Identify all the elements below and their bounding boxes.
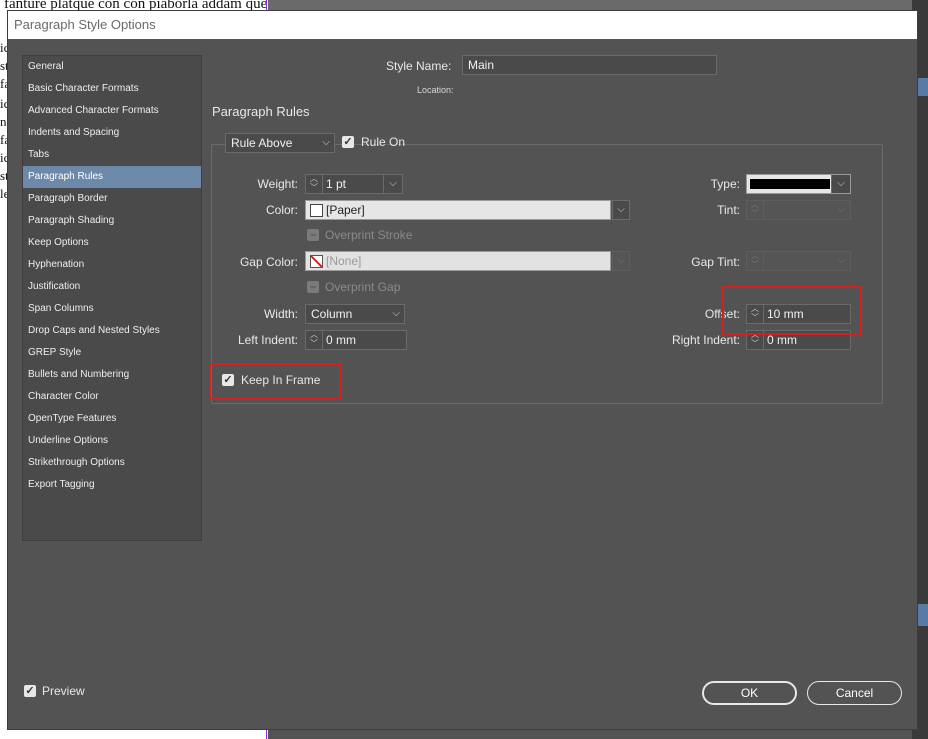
none-swatch-icon — [310, 255, 323, 268]
panel-highlight — [918, 78, 928, 96]
panel-highlight — [918, 604, 928, 626]
ok-button[interactable]: OK — [702, 681, 797, 705]
type-label: Type: — [710, 177, 740, 191]
overprint-gap-checkbox[interactable]: – — [307, 281, 319, 293]
tint-stepper[interactable]: ︿ ﹀ ⌵ — [746, 200, 851, 220]
stepper-arrows-icon[interactable]: ︿ ﹀ — [306, 331, 323, 349]
category-opentype-features[interactable]: OpenType Features — [23, 408, 201, 430]
left-indent-value: 0 mm — [326, 333, 356, 347]
category-basic-character-formats[interactable]: Basic Character Formats — [23, 78, 201, 100]
style-name-label: Style Name: — [386, 59, 452, 73]
category-paragraph-shading[interactable]: Paragraph Shading — [23, 210, 201, 232]
category-paragraph-rules[interactable]: Paragraph Rules — [23, 166, 201, 188]
preview-label: Preview — [42, 684, 85, 698]
category-indents-and-spacing[interactable]: Indents and Spacing — [23, 122, 201, 144]
category-grep-style[interactable]: GREP Style — [23, 342, 201, 364]
chevron-down-icon: ⌵ — [837, 255, 845, 266]
stepper-arrows-icon: ︿ ﹀ — [747, 201, 764, 219]
weight-label: Weight: — [257, 177, 298, 191]
preview-checkbox[interactable]: ✓ — [24, 685, 36, 697]
stepper-arrows-icon: ︿ ﹀ — [747, 252, 764, 270]
weight-value: 1 pt — [326, 177, 347, 191]
rule-type-value: Rule Above — [231, 136, 293, 150]
category-general[interactable]: General — [23, 56, 201, 78]
category-advanced-character-formats[interactable]: Advanced Character Formats — [23, 100, 201, 122]
chevron-down-icon[interactable]: ⌵ — [383, 175, 402, 193]
color-value: [Paper] — [326, 203, 365, 217]
weight-stepper[interactable]: ︿ ﹀ 1 pt ⌵ — [305, 174, 403, 194]
width-dropdown[interactable]: Column ⌵ — [305, 304, 405, 324]
category-underline-options[interactable]: Underline Options — [23, 430, 201, 452]
stepper-arrows-icon[interactable]: ︿ ﹀ — [306, 175, 323, 193]
type-dropdown[interactable]: ⌵ — [746, 174, 851, 194]
right-indent-value: 0 mm — [767, 333, 797, 347]
width-value: Column — [311, 307, 353, 321]
chevron-down-icon: ⌵ — [322, 137, 330, 148]
category-drop-caps[interactable]: Drop Caps and Nested Styles — [23, 320, 201, 342]
offset-highlight-box — [722, 286, 862, 335]
paper-swatch-icon — [310, 204, 323, 217]
category-keep-options[interactable]: Keep Options — [23, 232, 201, 254]
paragraph-style-options-dialog: Paragraph Style Options General Basic Ch… — [7, 10, 918, 730]
location-label: Location: — [417, 85, 454, 95]
category-tabs[interactable]: Tabs — [23, 144, 201, 166]
chevron-down-icon: ⌵ — [837, 204, 845, 215]
tint-label: Tint: — [717, 203, 740, 217]
category-list: General Basic Character Formats Advanced… — [22, 55, 202, 541]
category-hyphenation[interactable]: Hyphenation — [23, 254, 201, 276]
rule-type-dropdown[interactable]: Rule Above ⌵ — [225, 133, 335, 153]
category-justification[interactable]: Justification — [23, 276, 201, 298]
overprint-gap-label: Overprint Gap — [325, 280, 401, 294]
left-indent-label: Left Indent: — [237, 333, 298, 347]
keep-in-frame-highlight-box — [209, 363, 341, 400]
solid-line-swatch — [750, 179, 830, 189]
category-strikethrough-options[interactable]: Strikethrough Options — [23, 452, 201, 474]
gap-tint-label: Gap Tint: — [691, 255, 740, 269]
rule-on-checkbox[interactable]: ✓ — [342, 136, 354, 148]
color-dropdown[interactable]: [Paper] ⌵ — [305, 200, 630, 220]
category-paragraph-border[interactable]: Paragraph Border — [23, 188, 201, 210]
category-span-columns[interactable]: Span Columns — [23, 298, 201, 320]
category-export-tagging[interactable]: Export Tagging — [23, 474, 201, 496]
overprint-stroke-checkbox[interactable]: – — [307, 229, 319, 241]
gap-color-label: Gap Color: — [239, 255, 298, 269]
category-character-color[interactable]: Character Color — [23, 386, 201, 408]
dialog-title: Paragraph Style Options — [14, 17, 156, 32]
cancel-button[interactable]: Cancel — [807, 681, 902, 705]
chevron-down-icon[interactable]: ⌵ — [831, 175, 850, 193]
category-bullets-and-numbering[interactable]: Bullets and Numbering — [23, 364, 201, 386]
width-label: Width: — [263, 307, 298, 321]
chevron-down-icon[interactable]: ⌵ — [612, 251, 630, 271]
left-indent-stepper[interactable]: ︿ ﹀ 0 mm — [305, 330, 407, 350]
rule-on-label: Rule On — [361, 135, 406, 149]
chevron-down-icon: ⌵ — [392, 308, 400, 319]
section-title: Paragraph Rules — [212, 104, 310, 119]
gap-tint-stepper[interactable]: ︿ ﹀ ⌵ — [746, 251, 851, 271]
chevron-down-icon[interactable]: ⌵ — [612, 200, 630, 220]
right-indent-label: Right Indent: — [671, 333, 740, 347]
gap-color-value: [None] — [326, 254, 362, 268]
color-label: Color: — [265, 203, 298, 217]
gap-color-dropdown[interactable]: [None] ⌵ — [305, 251, 630, 271]
overprint-stroke-label: Overprint Stroke — [325, 228, 413, 242]
dialog-titlebar[interactable]: Paragraph Style Options — [8, 11, 917, 39]
style-name-input[interactable]: Main — [462, 55, 717, 75]
